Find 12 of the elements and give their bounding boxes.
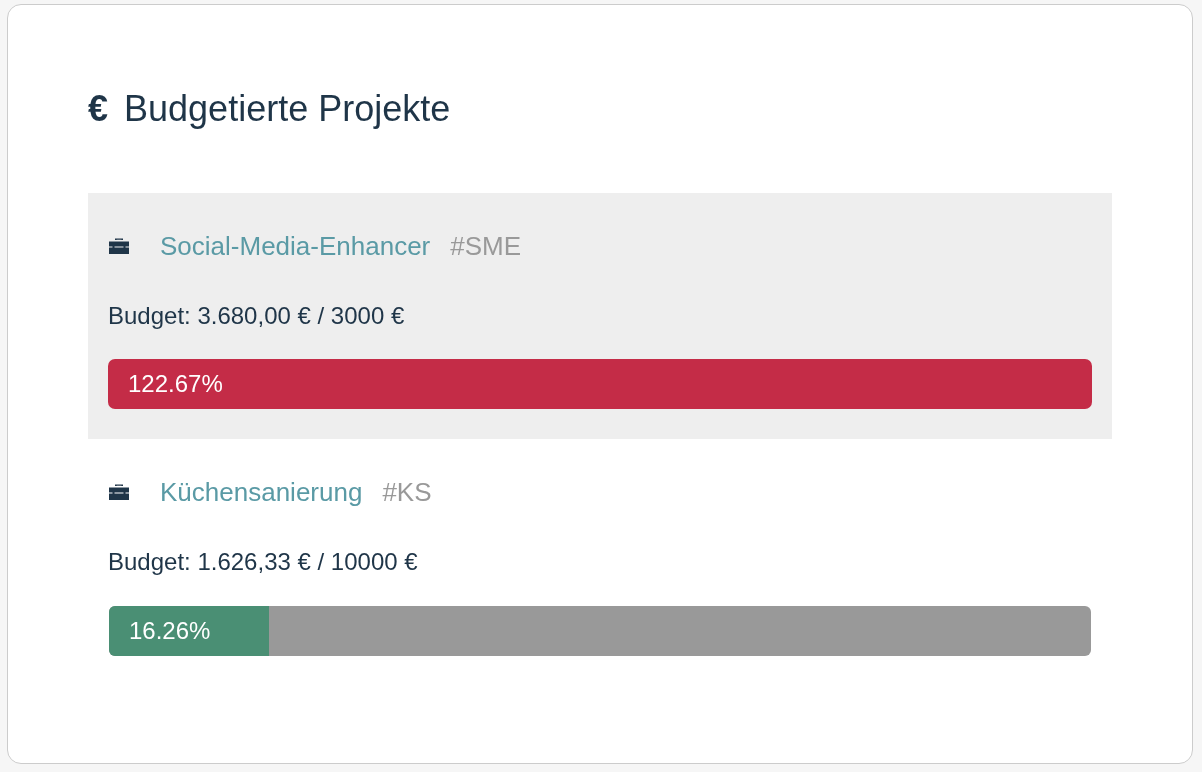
progress-label: 122.67% [128, 369, 223, 399]
budget-text: Budget: 3.680,00 € / 3000 € [108, 301, 406, 331]
euro-icon: € [88, 87, 109, 131]
budget-text: Budget: 1.626,33 € / 10000 € [108, 547, 419, 577]
project-item[interactable]: Küchensanierung #KS Budget: 1.626,33 € / 10000 € 16.26% [88, 439, 1112, 687]
project-code: #KS [382, 476, 432, 508]
briefcase-icon [108, 483, 130, 501]
briefcase-icon [108, 237, 130, 255]
project-code: #SME [450, 230, 522, 262]
progress-label: 16.26% [129, 616, 211, 646]
section-title: Budgetierte Projekte [124, 87, 451, 131]
project-item[interactable]: Social-Media-Enhancer #SME Budget: 3.680,00 € / 3000 € 122.67% [88, 193, 1112, 439]
